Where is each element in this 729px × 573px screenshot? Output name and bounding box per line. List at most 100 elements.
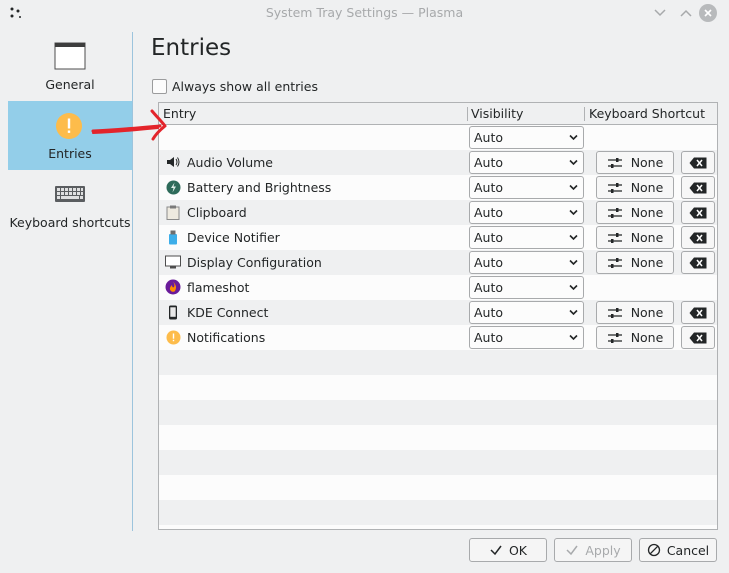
cancel-button[interactable]: Cancel (639, 538, 717, 562)
visibility-value: Auto (474, 205, 504, 220)
visibility-combobox[interactable]: Auto (469, 126, 584, 149)
clipboard-icon (165, 204, 181, 220)
visibility-value: Auto (474, 305, 504, 320)
annotation-arrow-icon (91, 109, 167, 141)
visibility-combobox[interactable]: Auto (469, 326, 584, 349)
backspace-icon (689, 207, 707, 218)
apply-label: Apply (585, 542, 621, 558)
speaker-icon (165, 154, 181, 170)
table-row-empty (159, 450, 717, 475)
table-row-empty (159, 425, 717, 450)
maximize-button[interactable] (676, 3, 696, 23)
table-row[interactable]: Audio Volume Auto None (159, 150, 717, 175)
shortcut-button[interactable]: None (596, 151, 674, 174)
flameshot-icon (165, 279, 181, 295)
backspace-icon (689, 157, 707, 168)
chevron-down-icon (569, 284, 578, 291)
battery-icon (165, 179, 181, 195)
visibility-value: Auto (474, 280, 504, 295)
monitor-icon (165, 254, 181, 270)
entry-name: KDE Connect (187, 304, 269, 320)
entry-cell: Audio Volume (165, 154, 273, 170)
usb-device-icon (165, 229, 181, 245)
close-button[interactable] (698, 3, 718, 23)
shortcut-button[interactable]: None (596, 251, 674, 274)
clear-shortcut-button[interactable] (681, 301, 715, 324)
column-header-shortcut[interactable]: Keyboard Shortcut (589, 106, 705, 121)
table-row-empty (159, 375, 717, 400)
visibility-combobox[interactable]: Auto (469, 276, 584, 299)
table-row[interactable]: KDE Connect Auto None (159, 300, 717, 325)
visibility-combobox[interactable]: Auto (469, 151, 584, 174)
sidebar-item-general[interactable]: General (8, 32, 132, 101)
configure-shortcut-icon (607, 157, 622, 168)
always-show-checkbox-row[interactable]: Always show all entries (152, 77, 318, 95)
always-show-checkbox[interactable] (152, 78, 167, 94)
table-row[interactable]: Clipboard Auto None (159, 200, 717, 225)
table-row-empty (159, 400, 717, 425)
shortcut-button[interactable]: None (596, 301, 674, 324)
entry-cell: Battery and Brightness (165, 179, 331, 195)
shortcut-label: None (630, 155, 664, 170)
entry-cell: Notifications (165, 329, 265, 345)
chevron-down-icon (569, 259, 578, 266)
keyboard-icon (55, 186, 85, 202)
visibility-combobox[interactable]: Auto (469, 301, 584, 324)
clear-shortcut-button[interactable] (681, 176, 715, 199)
entry-name: Battery and Brightness (187, 179, 332, 195)
table-row[interactable]: Notifications Auto None (159, 325, 717, 350)
table-row[interactable]: Auto (159, 125, 717, 150)
cancel-icon (647, 543, 660, 557)
shortcut-button[interactable]: None (596, 176, 674, 199)
table-row[interactable]: flameshot Auto (159, 275, 717, 300)
chevron-down-icon (569, 209, 578, 216)
entry-name: Notifications (187, 329, 266, 345)
shortcut-button[interactable]: None (596, 326, 674, 349)
shortcut-label: None (630, 205, 664, 220)
table-row[interactable]: Battery and Brightness Auto None (159, 175, 717, 200)
shortcut-label: None (630, 255, 664, 270)
table-row[interactable]: Display Configuration Auto None (159, 250, 717, 275)
shortcut-label: None (630, 305, 664, 320)
visibility-value: Auto (474, 230, 504, 245)
backspace-icon (689, 257, 707, 268)
clear-shortcut-button[interactable] (681, 201, 715, 224)
chevron-down-icon (654, 9, 666, 17)
apply-button[interactable]: Apply (554, 538, 632, 562)
column-header-visibility[interactable]: Visibility (471, 106, 523, 121)
notification-icon (165, 329, 181, 345)
clear-shortcut-button[interactable] (681, 251, 715, 274)
ok-label: OK (508, 542, 528, 558)
ok-button[interactable]: OK (469, 538, 547, 562)
entry-name: flameshot (187, 279, 250, 295)
backspace-icon (689, 307, 707, 318)
shortcut-label: None (630, 230, 664, 245)
configure-shortcut-icon (607, 207, 622, 218)
table-row[interactable]: Device Notifier Auto None (159, 225, 717, 250)
visibility-combobox[interactable]: Auto (469, 251, 584, 274)
clear-shortcut-button[interactable] (681, 326, 715, 349)
sidebar-item-keyboard-shortcuts[interactable]: Keyboard shortcuts (8, 170, 132, 239)
table-header: Entry Visibility Keyboard Shortcut (159, 103, 717, 125)
entry-cell: Clipboard (165, 204, 247, 220)
backspace-icon (689, 232, 707, 243)
entry-cell: Device Notifier (165, 229, 280, 245)
visibility-value: Auto (474, 130, 504, 145)
phone-icon (165, 304, 181, 320)
table-row-empty (159, 475, 717, 500)
clear-shortcut-button[interactable] (681, 151, 715, 174)
entry-name: Device Notifier (187, 229, 280, 245)
configure-shortcut-icon (607, 257, 622, 268)
backspace-icon (689, 332, 707, 343)
clear-shortcut-button[interactable] (681, 226, 715, 249)
visibility-combobox[interactable]: Auto (469, 201, 584, 224)
shortcut-button[interactable]: None (596, 226, 674, 249)
chevron-down-icon (569, 159, 578, 166)
minimize-button[interactable] (650, 3, 670, 23)
info-exclamation-icon (56, 113, 82, 139)
page-title: Entries (151, 35, 232, 61)
visibility-value: Auto (474, 255, 504, 270)
visibility-combobox[interactable]: Auto (469, 176, 584, 199)
shortcut-button[interactable]: None (596, 201, 674, 224)
visibility-combobox[interactable]: Auto (469, 226, 584, 249)
